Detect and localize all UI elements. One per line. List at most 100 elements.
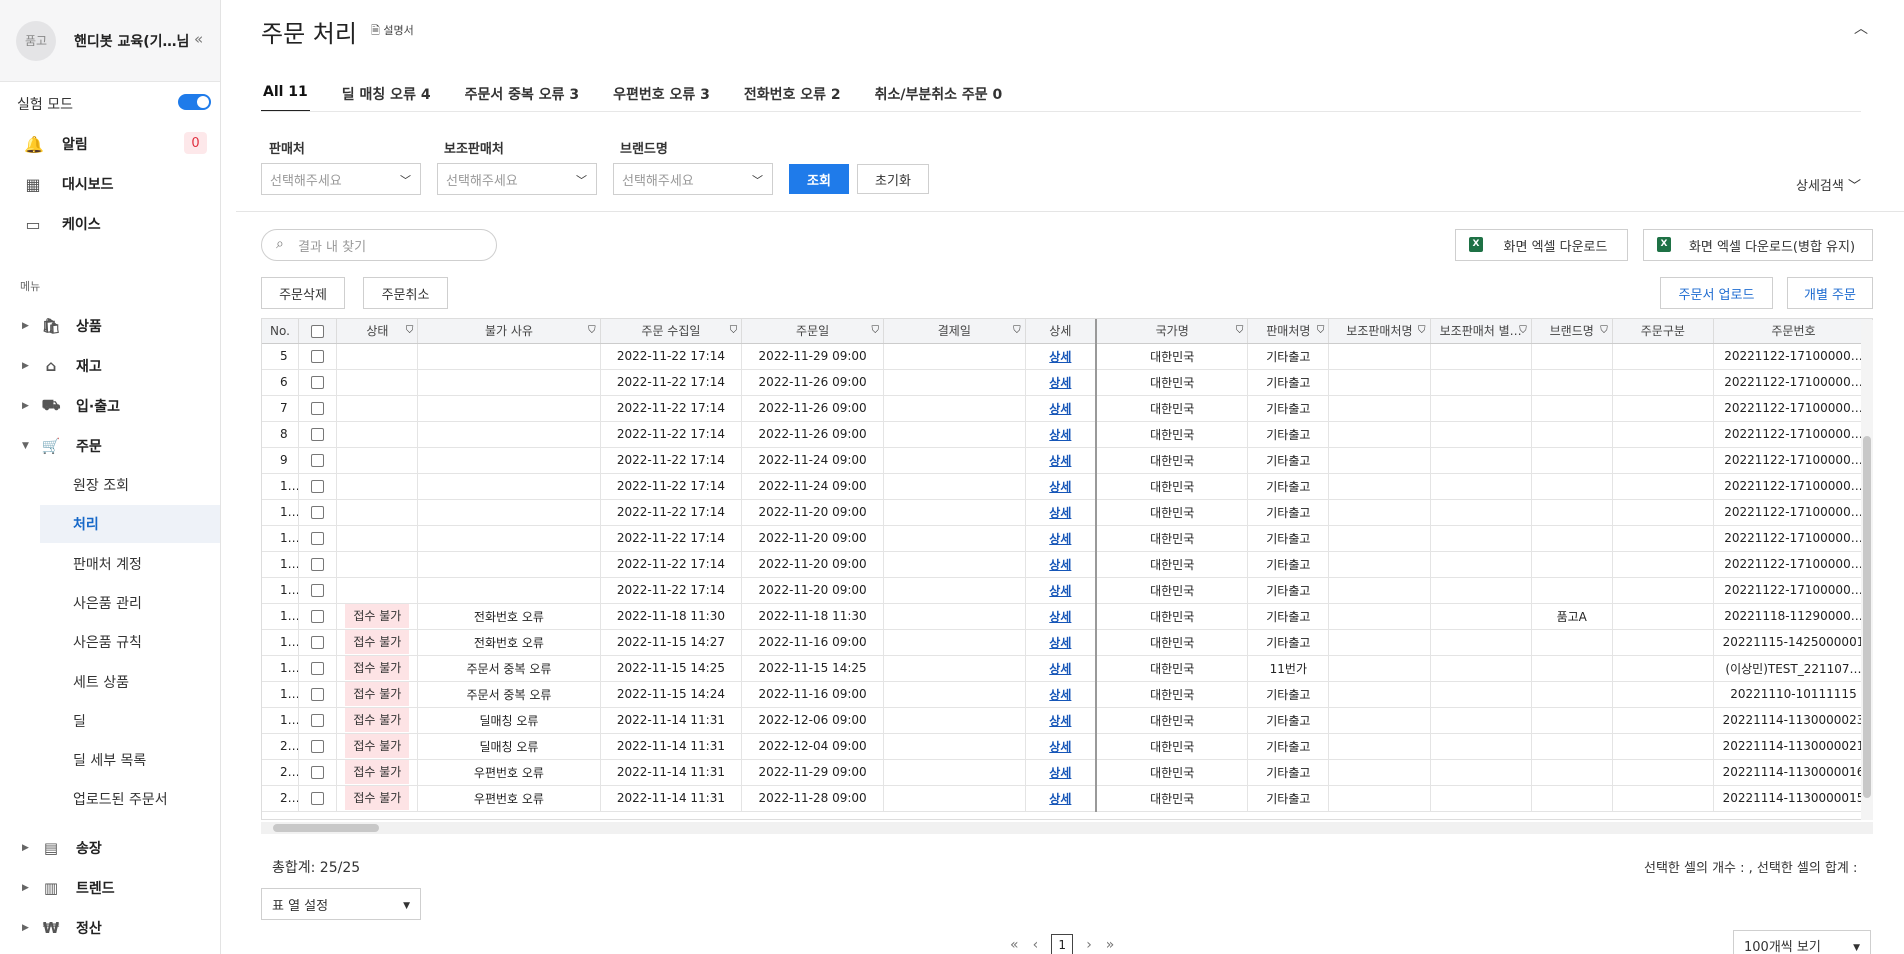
row-checkbox-cell[interactable] — [298, 447, 338, 474]
first-page-icon[interactable]: « — [1010, 937, 1019, 953]
sidebar-subitem-1[interactable]: 처리 — [40, 505, 220, 544]
result-search-input[interactable]: ⌕ 결과 내 찾기 — [261, 229, 497, 261]
tab-3[interactable]: 우편번호 오류 3 — [611, 84, 712, 112]
table-row[interactable]: 15 접수 불가 전화번호 오류 2022-11-18 11:30 2022-11-18… — [262, 603, 1872, 630]
column-header-0[interactable]: No. — [262, 319, 299, 344]
filter-icon[interactable]: ⛉ — [1013, 325, 1021, 336]
column-header-4[interactable]: 주문 수집일 ⛉ — [600, 319, 743, 344]
table-row[interactable]: 19 접수 불가 딜매칭 오류 2022-11-14 11:31 2022-12-06 … — [262, 707, 1872, 734]
sidebar-subitem-4[interactable]: 사은품 규칙 — [40, 623, 220, 661]
row-checkbox[interactable] — [311, 558, 325, 571]
column-settings-select[interactable]: 표 열 설정 ▼ — [261, 888, 421, 920]
tab-4[interactable]: 전화번호 오류 2 — [742, 84, 843, 112]
detail-link[interactable]: 상세 — [1049, 454, 1071, 468]
filter-icon[interactable]: ⛉ — [1519, 325, 1527, 336]
seller-select[interactable]: 선택해주세요 ﹀ — [261, 163, 421, 195]
scrollbar-thumb[interactable] — [273, 824, 379, 832]
tab-5[interactable]: 취소/부분취소 주문 0 — [873, 84, 1005, 112]
detail-link[interactable]: 상세 — [1049, 610, 1071, 624]
column-header-6[interactable]: 결제일 ⛉ — [883, 319, 1026, 344]
cancel-order-button[interactable]: 주문취소 — [363, 277, 448, 309]
org-name[interactable]: 핸디봇 교육(기…님 — [74, 31, 189, 51]
search-button[interactable]: 조회 — [789, 164, 849, 194]
detail-link[interactable]: 상세 — [1049, 714, 1071, 728]
column-header-10[interactable]: 보조판매처명 ⛉ — [1328, 319, 1431, 344]
row-checkbox-cell[interactable] — [298, 421, 338, 448]
filter-icon[interactable]: ⛉ — [1418, 325, 1426, 336]
table-row[interactable]: 8 2022-11-22 17:14 2022-11-26 09:00 상세 대한민국 기… — [262, 421, 1872, 448]
row-checkbox[interactable] — [311, 766, 325, 779]
scrollbar-thumb[interactable] — [1863, 436, 1871, 798]
row-checkbox[interactable] — [311, 610, 325, 623]
column-header-3[interactable]: 불가 사유 ⛉ — [417, 319, 601, 344]
table-row[interactable]: 22 접수 불가 우편번호 오류 2022-11-14 11:31 2022-11-28… — [262, 785, 1872, 812]
row-checkbox[interactable] — [311, 714, 325, 727]
row-checkbox-cell[interactable] — [298, 525, 338, 552]
filter-icon[interactable]: ⛉ — [588, 325, 596, 336]
column-header-11[interactable]: 보조판매처 별… ⛉ — [1430, 319, 1532, 344]
filter-icon[interactable]: ⛉ — [1317, 325, 1325, 336]
detail-link[interactable]: 상세 — [1049, 480, 1071, 494]
sidebar-subitem-8[interactable]: 업로드된 주문서 — [40, 780, 220, 818]
column-header-2[interactable]: 상태 ⛉ — [336, 319, 419, 344]
detail-link[interactable]: 상세 — [1049, 350, 1071, 364]
table-row[interactable]: 7 2022-11-22 17:14 2022-11-26 09:00 상세 대한민국 기… — [262, 395, 1872, 422]
last-page-icon[interactable]: » — [1106, 937, 1115, 953]
column-header-13[interactable]: 주문구분 — [1612, 319, 1714, 344]
table-row[interactable]: 14 2022-11-22 17:14 2022-11-20 09:00 상세 대한민국… — [262, 577, 1872, 604]
column-header-12[interactable]: 브랜드명 ⛉ — [1531, 319, 1613, 344]
sidebar-subitem-7[interactable]: 딜 세부 목록 — [40, 741, 220, 779]
sidebar-subitem-2[interactable]: 판매처 계정 — [40, 545, 220, 583]
row-checkbox-cell[interactable] — [298, 343, 338, 370]
filter-icon[interactable]: ⛉ — [1236, 325, 1244, 336]
column-header-1[interactable] — [298, 319, 338, 344]
tab-1[interactable]: 딜 매칭 오류 4 — [340, 84, 433, 112]
row-checkbox-cell[interactable] — [298, 577, 338, 604]
table-row[interactable]: 6 2022-11-22 17:14 2022-11-26 09:00 상세 대한민국 기… — [262, 369, 1872, 396]
sidebar-item-0[interactable]: 🔔 알림 — [24, 132, 88, 156]
detail-link[interactable]: 상세 — [1049, 376, 1071, 390]
sidebar-category-bottom-1[interactable]: ▶ ▥ 트렌드 — [22, 877, 115, 899]
grid-vertical-scrollbar[interactable] — [1861, 320, 1873, 820]
collapse-sidebar-icon[interactable]: « — [194, 30, 203, 48]
detail-link[interactable]: 상세 — [1049, 584, 1071, 598]
sidebar-category-bottom-2[interactable]: ▶ ₩ 정산 — [22, 917, 102, 939]
row-checkbox[interactable] — [311, 636, 325, 649]
sub-seller-select[interactable]: 선택해주세요 ﹀ — [437, 163, 597, 195]
filter-icon[interactable]: ⛉ — [871, 325, 879, 336]
reset-button[interactable]: 초기화 — [857, 164, 929, 194]
table-row[interactable]: 9 2022-11-22 17:14 2022-11-24 09:00 상세 대한민국 기… — [262, 447, 1872, 474]
row-checkbox[interactable] — [311, 584, 325, 597]
row-checkbox-cell[interactable] — [298, 395, 338, 422]
row-checkbox[interactable] — [311, 402, 325, 415]
prev-page-icon[interactable]: ‹ — [1033, 937, 1039, 953]
select-all-checkbox[interactable] — [311, 324, 325, 338]
excel-download-merge-button[interactable]: X 화면 엑셀 다운로드(병합 유지) — [1643, 229, 1873, 261]
column-header-9[interactable]: 판매처명 ⛉ — [1247, 319, 1330, 344]
row-checkbox-cell[interactable] — [298, 369, 338, 396]
row-checkbox[interactable] — [311, 662, 325, 675]
detail-link[interactable]: 상세 — [1049, 636, 1071, 650]
row-checkbox[interactable] — [311, 376, 325, 389]
filter-icon[interactable]: ⛉ — [730, 325, 738, 336]
per-page-select[interactable]: 100개씩 보기 ▼ — [1733, 930, 1871, 954]
detail-link[interactable]: 상세 — [1049, 740, 1071, 754]
row-checkbox[interactable] — [311, 740, 325, 753]
row-checkbox[interactable] — [311, 350, 325, 363]
sidebar-category-bottom-0[interactable]: ▶ ▤ 송장 — [22, 837, 102, 859]
column-header-14[interactable]: 주문번호 — [1713, 319, 1872, 344]
table-row[interactable]: 10 2022-11-22 17:14 2022-11-24 09:00 상세 대한민국… — [262, 473, 1872, 500]
row-checkbox-cell[interactable] — [298, 629, 338, 656]
delete-order-button[interactable]: 주문삭제 — [261, 277, 345, 309]
sidebar-subitem-0[interactable]: 원장 조회 — [40, 466, 220, 504]
current-page[interactable]: 1 — [1051, 934, 1074, 954]
row-checkbox[interactable] — [311, 532, 325, 545]
filter-icon[interactable]: ⛉ — [406, 325, 414, 336]
excel-download-button[interactable]: X 화면 엑셀 다운로드 — [1455, 229, 1628, 261]
table-row[interactable]: 12 2022-11-22 17:14 2022-11-20 09:00 상세 대한민국… — [262, 525, 1872, 552]
sidebar-category-1[interactable]: ▶ ⌂ 재고 — [22, 355, 102, 377]
test-mode-toggle[interactable] — [178, 94, 211, 110]
detail-link[interactable]: 상세 — [1049, 766, 1071, 780]
sidebar-category-2[interactable]: ▶ ⛟ 입·출고 — [22, 395, 120, 417]
column-header-5[interactable]: 주문일 ⛉ — [741, 319, 884, 344]
